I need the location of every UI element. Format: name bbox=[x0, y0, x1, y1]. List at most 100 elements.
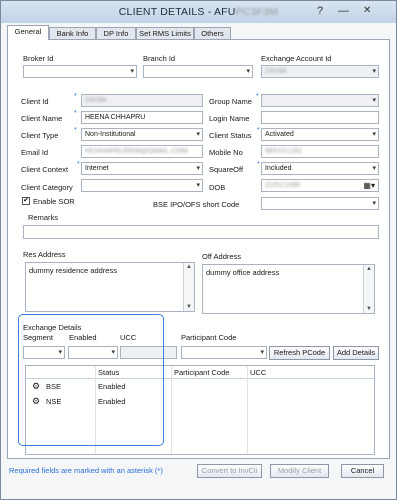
client-status-label: Client Status bbox=[209, 131, 252, 140]
enable-sor-checkbox[interactable]: ✔ bbox=[22, 197, 30, 205]
required-asterisk: * bbox=[257, 161, 260, 168]
exchange-account-id-label: Exchange Account Id bbox=[261, 54, 332, 63]
row-status: Enabled bbox=[98, 397, 126, 406]
modify-client-button[interactable]: Modify Client bbox=[270, 464, 329, 478]
off-address-value: dummy office address bbox=[206, 268, 280, 277]
client-type-value: Non-Institutional bbox=[85, 131, 136, 138]
exchange-grid: Status Participant Code UCC ⚙ BSE Enable… bbox=[25, 365, 375, 455]
chevron-down-icon: ▾ bbox=[372, 97, 376, 104]
tab-others[interactable]: Others bbox=[194, 27, 231, 39]
login-name-field[interactable] bbox=[261, 111, 379, 124]
dob-field[interactable]: 01/01/1996 ▦▾ bbox=[261, 179, 379, 192]
chevron-down-icon: ▾ bbox=[246, 68, 250, 75]
remarks-field[interactable] bbox=[23, 225, 379, 239]
client-name-field[interactable]: HEENA CHHAPRU bbox=[81, 111, 203, 124]
enabled-label: Enabled bbox=[69, 333, 97, 342]
client-category-select[interactable]: ▾ bbox=[81, 179, 203, 192]
client-context-label: Client Context bbox=[21, 165, 69, 174]
help-icon[interactable]: ? bbox=[317, 5, 323, 17]
res-address-scrollbar[interactable]: ▲ ▼ bbox=[183, 263, 194, 311]
required-asterisk: * bbox=[257, 127, 260, 134]
window-title-blurred: PC3F3M bbox=[235, 6, 279, 18]
client-name-value: HEENA CHHAPRU bbox=[85, 114, 146, 121]
chevron-down-icon: ▾ bbox=[372, 200, 376, 207]
table-row[interactable]: ⚙ NSE Enabled bbox=[26, 395, 374, 408]
enabled-select[interactable]: ▾ bbox=[68, 346, 118, 359]
chevron-down-icon: ▾ bbox=[372, 165, 376, 172]
participant-code-select[interactable]: ▾ bbox=[181, 346, 267, 359]
email-id-value: HCHHAPRU0508@GMAIL.COM bbox=[85, 148, 188, 155]
participant-code-label: Participant Code bbox=[181, 333, 237, 342]
refresh-pcode-button[interactable]: Refresh PCode bbox=[269, 346, 330, 360]
segment-select[interactable]: ▾ bbox=[23, 346, 65, 359]
mobile-no-value: 98XXX1281 bbox=[265, 148, 303, 155]
bse-ipo-short-code-label: BSE IPO/OFS short Code bbox=[153, 200, 240, 209]
email-id-label: Email Id bbox=[21, 148, 49, 157]
chevron-down-icon: ▾ bbox=[260, 349, 264, 356]
squareoff-select[interactable]: Included ▾ bbox=[261, 162, 379, 175]
chevron-down-icon: ▾ bbox=[196, 182, 200, 189]
login-name-label: Login Name bbox=[209, 114, 250, 123]
enable-sor-label: Enable SOR bbox=[33, 197, 75, 206]
client-id-value: Z4V9A bbox=[85, 97, 107, 104]
tab-general[interactable]: General bbox=[7, 25, 49, 40]
branch-id-label: Branch Id bbox=[143, 54, 176, 63]
remarks-label: Remarks bbox=[28, 213, 59, 222]
title-bar: CLIENT DETAILS - AFUPC3F3M ? — ✕ bbox=[1, 1, 396, 23]
close-icon[interactable]: ✕ bbox=[363, 5, 371, 16]
chevron-down-icon: ▾ bbox=[196, 165, 200, 172]
calendar-icon[interactable]: ▦▾ bbox=[363, 180, 375, 191]
exchange-icon: ⚙ bbox=[32, 396, 41, 406]
off-address-label: Off Address bbox=[202, 252, 242, 261]
chevron-down-icon: ▾ bbox=[111, 349, 115, 356]
mobile-no-label: Mobile No bbox=[209, 148, 243, 157]
required-fields-note: Required fields are marked with an aster… bbox=[9, 466, 163, 475]
required-asterisk: * bbox=[74, 93, 77, 100]
client-type-select[interactable]: Non-Institutional ▾ bbox=[81, 128, 203, 141]
off-address-textarea[interactable]: dummy office address ▲ ▼ bbox=[202, 264, 375, 314]
scroll-down-icon[interactable]: ▼ bbox=[366, 306, 372, 312]
column-ucc: UCC bbox=[250, 368, 267, 377]
minimize-button[interactable]: — bbox=[338, 5, 349, 17]
client-details-window: CLIENT DETAILS - AFUPC3F3M ? — ✕ General… bbox=[0, 0, 397, 500]
client-name-label: Client Name bbox=[21, 114, 63, 123]
cancel-button[interactable]: Cancel bbox=[341, 464, 384, 478]
add-details-button[interactable]: Add Details bbox=[333, 346, 379, 360]
client-id-label: Client Id bbox=[21, 97, 49, 106]
tab-set-rms-limits[interactable]: Set RMS Limits bbox=[136, 27, 194, 39]
client-status-select[interactable]: Activated ▾ bbox=[261, 128, 379, 141]
dob-label: DOB bbox=[209, 183, 226, 192]
client-context-select[interactable]: Internet ▾ bbox=[81, 162, 203, 175]
mobile-no-field[interactable]: 98XXX1281 bbox=[261, 145, 379, 158]
required-asterisk: * bbox=[74, 110, 77, 117]
required-asterisk: * bbox=[74, 127, 77, 134]
broker-id-select[interactable]: ▾ bbox=[23, 65, 137, 78]
client-id-field: Z4V9A bbox=[81, 94, 203, 107]
window-title: CLIENT DETAILS - AFUPC3F3M bbox=[1, 6, 396, 18]
table-row[interactable]: ⚙ BSE Enabled bbox=[26, 380, 374, 393]
scroll-down-icon[interactable]: ▼ bbox=[186, 304, 192, 310]
chevron-down-icon: ▾ bbox=[130, 68, 134, 75]
group-name-label: Group Name bbox=[209, 97, 252, 106]
window-title-text: CLIENT DETAILS - AFU bbox=[118, 6, 236, 18]
scroll-up-icon[interactable]: ▲ bbox=[186, 264, 192, 270]
squareoff-value: Included bbox=[265, 165, 292, 172]
chevron-down-icon: ▾ bbox=[372, 131, 376, 138]
off-address-scrollbar[interactable]: ▲ ▼ bbox=[363, 265, 374, 313]
row-segment: BSE bbox=[46, 382, 62, 391]
tab-bank-info[interactable]: Bank Info bbox=[49, 27, 96, 39]
branch-id-select[interactable]: ▾ bbox=[143, 65, 253, 78]
bse-ipo-short-code-select[interactable]: ▾ bbox=[261, 197, 379, 210]
chevron-down-icon: ▾ bbox=[58, 349, 62, 356]
client-type-label: Client Type bbox=[21, 131, 59, 140]
res-address-label: Res Address bbox=[23, 250, 66, 259]
email-id-field[interactable]: HCHHAPRU0508@GMAIL.COM bbox=[81, 145, 203, 158]
broker-id-label: Broker Id bbox=[23, 54, 54, 63]
convert-to-invcli-button[interactable]: Convert to InvCli bbox=[197, 464, 262, 478]
scroll-up-icon[interactable]: ▲ bbox=[366, 266, 372, 272]
res-address-textarea[interactable]: dummy residence address ▲ ▼ bbox=[25, 262, 195, 312]
required-asterisk: * bbox=[256, 93, 259, 100]
segment-label: Segment bbox=[23, 333, 54, 342]
tab-dp-info[interactable]: DP Info bbox=[96, 27, 136, 39]
exchange-account-id-select: Z4V9A ▾ bbox=[261, 65, 379, 78]
